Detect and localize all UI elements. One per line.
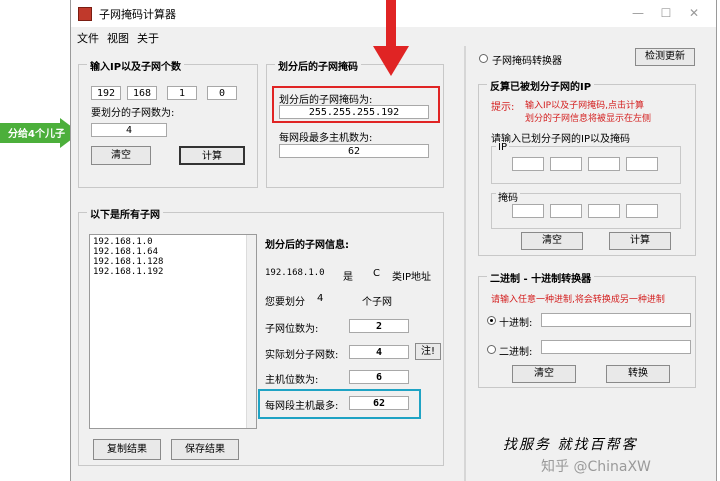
- reverse-mask-frame: 掩码: [491, 189, 681, 229]
- convert-button[interactable]: 转换: [606, 365, 670, 383]
- binary-input[interactable]: [541, 340, 691, 354]
- ip-octet-1[interactable]: 192: [91, 86, 121, 100]
- info-ip: 192.168.1.0: [265, 268, 325, 278]
- clear-button[interactable]: 清空: [91, 146, 151, 165]
- info-div-prefix: 您要划分: [265, 297, 305, 308]
- mask-group-title: 划分后的子网掩码: [275, 58, 361, 73]
- reverse-mask-4[interactable]: [626, 204, 658, 218]
- reverse-ip-frame: IP: [491, 142, 681, 184]
- decimal-label: 十进制:: [499, 318, 533, 329]
- watermark-text: 知乎 @ChinaXW: [541, 459, 651, 475]
- reverse-mask-2[interactable]: [550, 204, 582, 218]
- binary-clear-button[interactable]: 清空: [512, 365, 576, 383]
- annotation-label: 分给4个儿子: [8, 129, 65, 140]
- note-button[interactable]: 注!: [415, 343, 441, 360]
- info-div-count: 4: [317, 293, 324, 304]
- binary-group-title: 二进制 - 十进制转换器: [487, 270, 595, 285]
- mask-converter-label: 子网掩码转换器: [492, 56, 562, 67]
- subnet-bits-label: 子网位数为:: [265, 324, 319, 335]
- info-div-suffix: 个子网: [362, 297, 392, 308]
- reverse-ip-3[interactable]: [588, 157, 620, 171]
- host-bits-output[interactable]: 6: [349, 370, 409, 384]
- list-item: 192.168.1.192: [93, 267, 164, 277]
- input-group-title: 输入IP以及子网个数: [87, 58, 185, 73]
- check-update-button[interactable]: 检测更新: [635, 48, 695, 66]
- info-class-suffix: 类IP地址: [392, 272, 431, 283]
- signature-text: 找服务 就找百帮客: [503, 437, 638, 453]
- subnet-count-label: 要划分的子网数为:: [91, 108, 175, 119]
- ip-octet-4[interactable]: 0: [207, 86, 237, 100]
- mask-field-label: 掩码: [496, 189, 520, 204]
- decimal-radio[interactable]: [487, 316, 496, 325]
- subnets-group-title: 以下是所有子网: [87, 206, 163, 221]
- maximize-icon[interactable]: ☐: [652, 4, 680, 22]
- app-window: 子网掩码计算器 — ☐ ✕ 文件 视图 关于 输入IP以及子网个数 192 16…: [70, 0, 717, 481]
- menu-file[interactable]: 文件: [77, 30, 99, 46]
- reverse-clear-button[interactable]: 清空: [521, 232, 583, 250]
- binary-group: 二进制 - 十进制转换器 请输入任意一种进制,将会转换成另一种进制 十进制: 二…: [478, 270, 696, 388]
- binary-radio[interactable]: [487, 345, 496, 354]
- reverse-mask-3[interactable]: [588, 204, 620, 218]
- app-icon: [78, 7, 92, 21]
- list-item: 192.168.1.128: [93, 257, 164, 267]
- enter-ip-mask-label: 请输入已划分子网的IP以及掩码: [491, 134, 630, 145]
- reverse-calc-button[interactable]: 计算: [609, 232, 671, 250]
- ip-octet-3[interactable]: 1: [167, 86, 197, 100]
- reverse-ip-2[interactable]: [550, 157, 582, 171]
- subnet-info-title: 划分后的子网信息:: [265, 240, 349, 251]
- actual-subnets-output[interactable]: 4: [349, 345, 409, 359]
- actual-subnets-label: 实际划分子网数:: [265, 350, 339, 361]
- subnets-group: 以下是所有子网 192.168.1.0 192.168.1.64 192.168…: [78, 206, 444, 466]
- mask-converter-radio[interactable]: [479, 54, 488, 63]
- max-hosts-highlight-box: [258, 389, 421, 419]
- info-is: 是: [343, 272, 353, 283]
- subnet-count-input[interactable]: 4: [91, 123, 167, 137]
- window-title: 子网掩码计算器: [99, 8, 176, 21]
- calculate-button[interactable]: 计算: [179, 146, 245, 165]
- mask-highlight-box: [272, 86, 440, 123]
- input-group: 输入IP以及子网个数 192 168 1 0 要划分的子网数为: 4 清空 计算: [78, 58, 258, 188]
- info-class: C: [373, 268, 380, 279]
- copy-results-button[interactable]: 复制结果: [93, 439, 161, 460]
- binary-hint: 请输入任意一种进制,将会转换成另一种进制: [491, 295, 665, 305]
- subnet-bits-output[interactable]: 2: [349, 319, 409, 333]
- menu-view[interactable]: 视图: [107, 30, 129, 46]
- reverse-ip-4[interactable]: [626, 157, 658, 171]
- subnet-list[interactable]: 192.168.1.0 192.168.1.64 192.168.1.128 1…: [89, 234, 257, 429]
- host-bits-label: 主机位数为:: [265, 375, 319, 386]
- ip-octet-2[interactable]: 168: [127, 86, 157, 100]
- hint-line-2: 划分的子网信息将被显示在左侧: [525, 114, 652, 124]
- save-results-button[interactable]: 保存结果: [171, 439, 239, 460]
- reverse-ip-1[interactable]: [512, 157, 544, 171]
- list-item: 192.168.1.0: [93, 237, 153, 247]
- max-hosts-label: 每网段最多主机数为:: [279, 133, 373, 144]
- reverse-group-title: 反算已被划分子网的IP: [487, 78, 595, 93]
- red-arrow: [373, 0, 409, 76]
- hint-prefix: 提示:: [491, 102, 515, 113]
- list-item: 192.168.1.64: [93, 247, 159, 257]
- menu-about[interactable]: 关于: [137, 30, 159, 46]
- max-hosts-output[interactable]: 62: [279, 144, 429, 158]
- decimal-input[interactable]: [541, 313, 691, 327]
- reverse-group: 反算已被划分子网的IP 提示: 输入IP以及子网掩码,点击计算 划分的子网信息将…: [478, 78, 696, 256]
- mask-group: 划分后的子网掩码 划分后的子网掩码为: 255.255.255.192 每网段最…: [266, 58, 444, 188]
- hint-line-1: 输入IP以及子网掩码,点击计算: [525, 101, 644, 111]
- subnet-list-scrollbar[interactable]: [246, 235, 256, 428]
- reverse-mask-1[interactable]: [512, 204, 544, 218]
- close-icon[interactable]: ✕: [680, 4, 708, 22]
- ip-field-label: IP: [496, 142, 509, 153]
- panel-divider: [464, 46, 466, 481]
- binary-label: 二进制:: [499, 347, 533, 358]
- minimize-icon[interactable]: —: [624, 4, 652, 22]
